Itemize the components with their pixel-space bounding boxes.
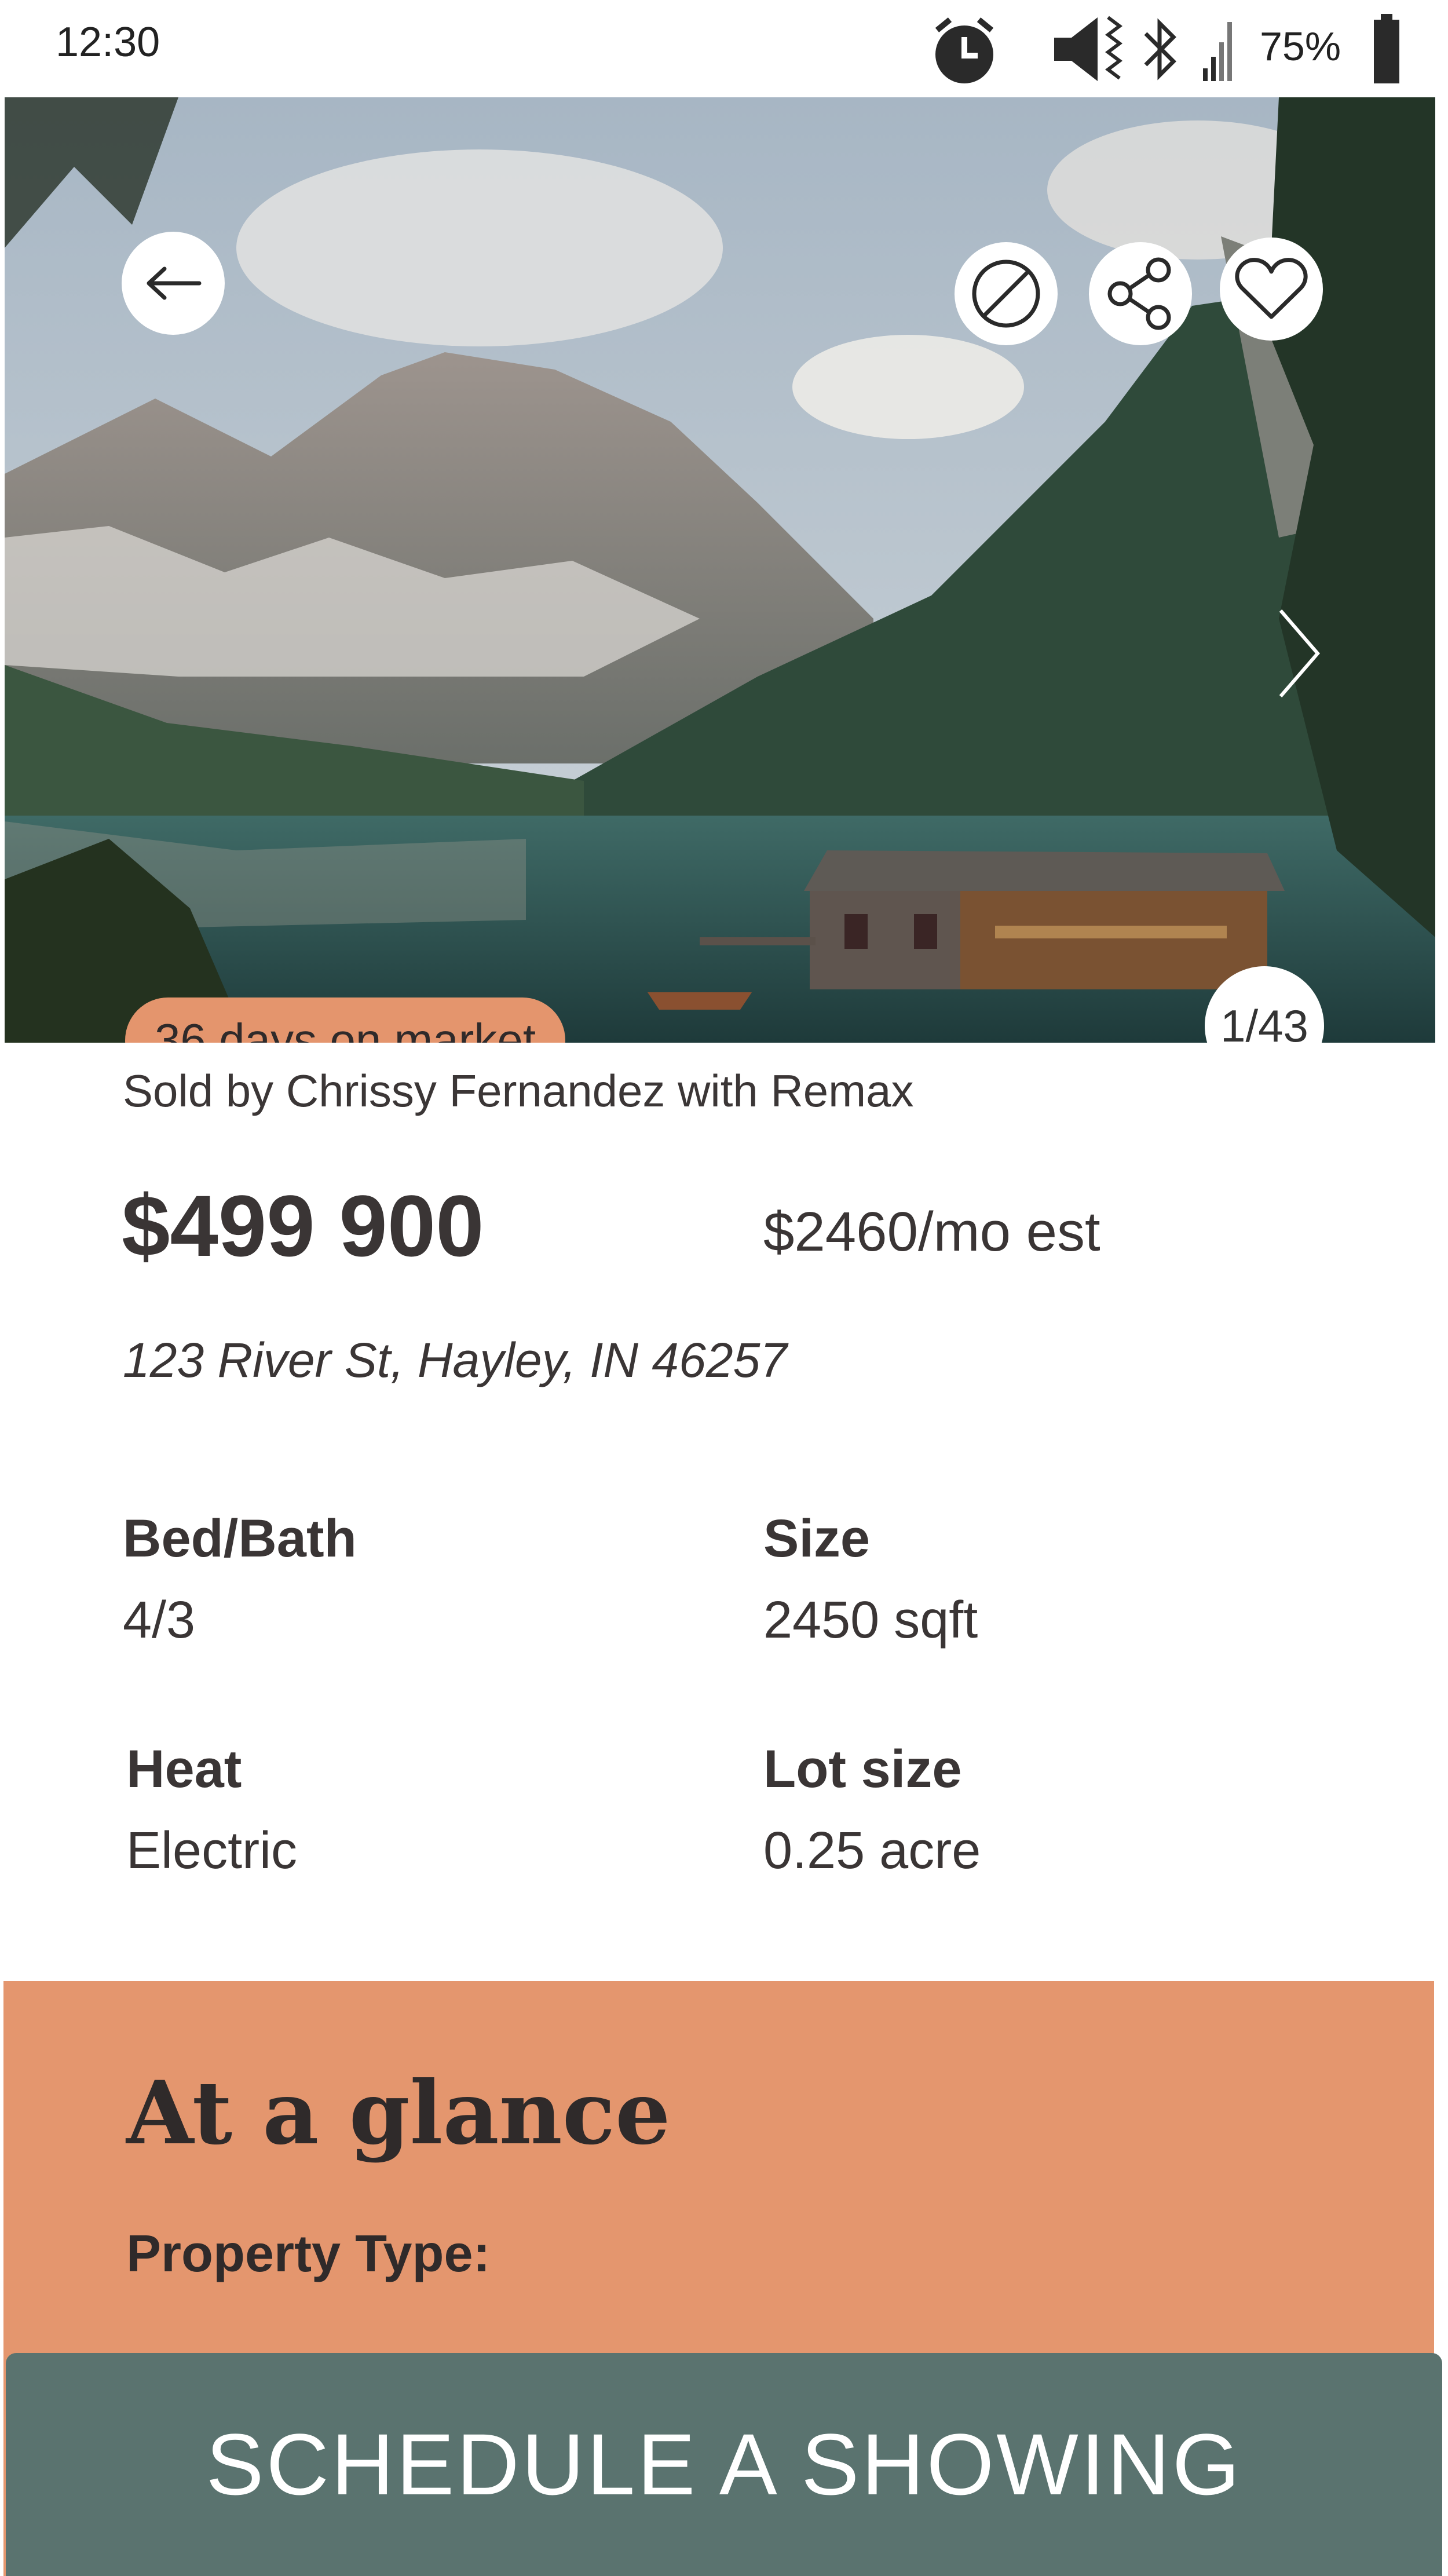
- battery-percent: 75%: [1260, 24, 1341, 69]
- days-on-market-badge: 36 days on market: [125, 997, 565, 1043]
- hero-photo[interactable]: 36 days on market 1/43: [5, 97, 1435, 1043]
- property-type-label: Property Type:: [126, 2225, 491, 2283]
- landscape-photo: [5, 97, 1435, 1043]
- spec-value: Electric: [126, 1822, 298, 1880]
- alarm-icon: [935, 17, 994, 83]
- bluetooth-icon: [1144, 18, 1176, 81]
- hide-listing-button[interactable]: [955, 242, 1058, 345]
- spec-label: Bed/Bath: [123, 1509, 357, 1568]
- listing-address: 123 River St, Hayley, IN 46257: [123, 1333, 788, 1387]
- monthly-estimate: $2460/mo est: [763, 1201, 1100, 1263]
- vibrate-icon: [1105, 16, 1122, 80]
- status-time: 12:30: [56, 19, 160, 65]
- spec-value: 4/3: [123, 1591, 196, 1649]
- spec-value: 0.25 acre: [763, 1822, 981, 1880]
- spec-bed-bath: Bed/Bath 4/3: [123, 1512, 357, 1646]
- listing-agent: Sold by Chrissy Fernandez with Remax: [123, 1065, 914, 1116]
- signal-icon: [1203, 22, 1232, 81]
- chevron-right-icon[interactable]: [1276, 607, 1322, 700]
- share-button[interactable]: [1089, 242, 1192, 345]
- spec-value: 2450 sqft: [763, 1591, 978, 1649]
- section-title: At a glance: [126, 2062, 671, 2164]
- back-icon: [147, 266, 202, 300]
- heart-icon: [1235, 258, 1308, 319]
- back-button[interactable]: [122, 232, 225, 335]
- block-icon: [972, 260, 1040, 328]
- spec-label: Heat: [126, 1740, 242, 1799]
- spec-label: Lot size: [763, 1740, 962, 1799]
- spec-size: Size 2450 sqft: [763, 1512, 978, 1646]
- battery-icon: [1374, 14, 1399, 83]
- volume-icon: [1054, 17, 1098, 81]
- share-icon: [1107, 257, 1171, 330]
- schedule-showing-button[interactable]: SCHEDULE A SHOWING: [6, 2353, 1442, 2576]
- spec-label: Size: [763, 1509, 871, 1568]
- favorite-button[interactable]: [1220, 237, 1323, 341]
- spec-lot-size: Lot size 0.25 acre: [763, 1742, 981, 1877]
- status-bar: 12:30 75%: [0, 0, 1448, 96]
- spec-heat: Heat Electric: [126, 1742, 297, 1877]
- listing-price: $499 900: [122, 1177, 484, 1274]
